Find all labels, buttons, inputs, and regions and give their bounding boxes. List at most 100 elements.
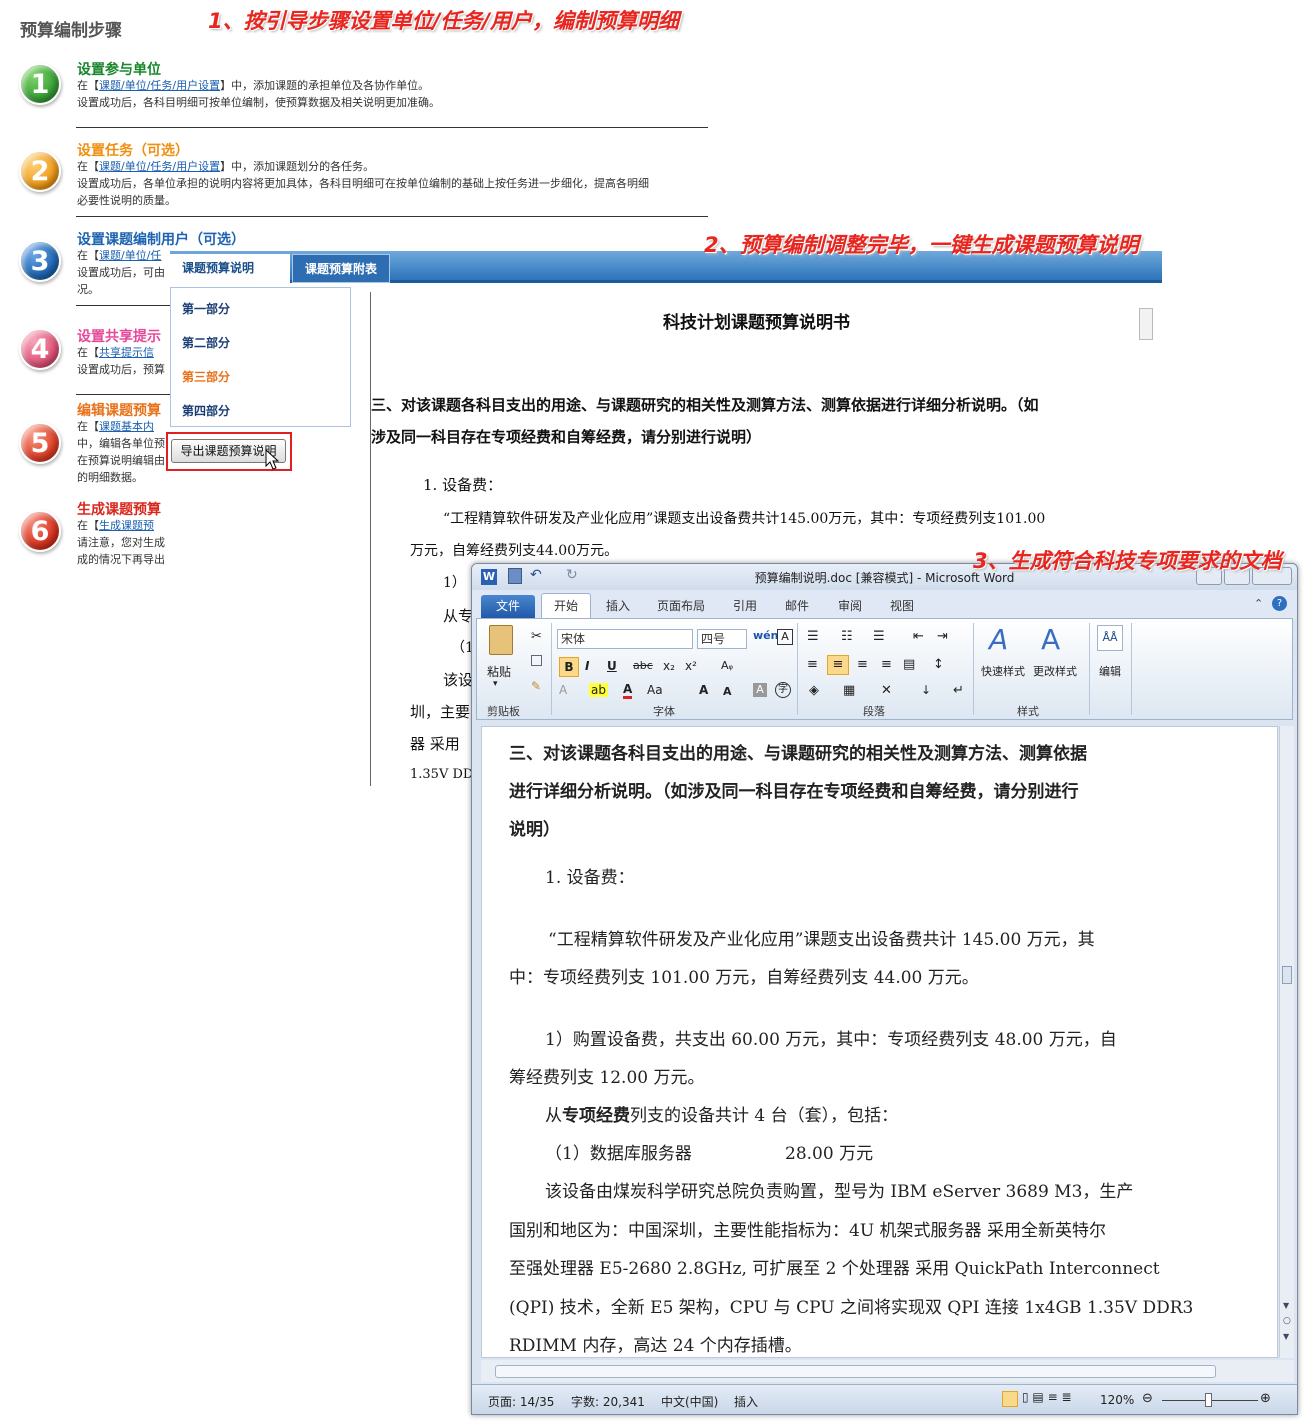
horizontal-scrollbar[interactable]: [481, 1360, 1294, 1382]
step-6-link[interactable]: 生成课题预: [99, 519, 154, 532]
superscript-button[interactable]: x²: [685, 659, 697, 673]
step-3-link[interactable]: 课题/单位/任: [99, 249, 161, 262]
collapse-ribbon-icon[interactable]: ⌃: [1254, 597, 1263, 610]
zoom-in-icon[interactable]: ⊕: [1260, 1391, 1271, 1406]
change-case-icon[interactable]: Aa: [647, 683, 663, 697]
step-5-link[interactable]: 课题基本内: [99, 420, 154, 433]
font-size-select[interactable]: 四号: [697, 629, 747, 649]
help-icon[interactable]: ?: [1272, 596, 1287, 611]
zoom-out-icon[interactable]: ⊖: [1142, 1391, 1153, 1406]
mouse-cursor-icon: [265, 449, 280, 470]
vertical-scrollbar[interactable]: ▼ ○ ▼: [1279, 726, 1294, 1358]
bold-button[interactable]: B: [559, 657, 579, 677]
zoom-level[interactable]: 120%: [1100, 1393, 1134, 1407]
text-effects-icon[interactable]: A: [559, 683, 567, 697]
chinese-layout-icon[interactable]: ✕: [881, 683, 892, 698]
paste-dropdown-icon[interactable]: ▾: [493, 679, 498, 689]
tab-review[interactable]: 审阅: [838, 597, 862, 614]
find-icon[interactable]: ÅÅ: [1097, 625, 1123, 651]
menu-item-part-4[interactable]: 第四部分: [182, 402, 230, 419]
tab-home[interactable]: 开始: [541, 593, 591, 619]
tab-references[interactable]: 引用: [733, 597, 757, 614]
step-4-link[interactable]: 共享提示信: [99, 346, 154, 359]
highlight-icon[interactable]: ab: [589, 683, 608, 697]
word-heading-line3: 说明）: [509, 820, 560, 840]
next-page-icon[interactable]: ▼: [1283, 1332, 1289, 1341]
subscript-button[interactable]: x₂: [663, 659, 675, 673]
hscroll-thumb[interactable]: [495, 1365, 1216, 1378]
status-insert-mode[interactable]: 插入: [734, 1393, 758, 1410]
doc-scrollbar-thumb[interactable]: [1139, 308, 1153, 340]
view-mode-icons[interactable]: ▯ ▤ ≡ ≣: [1022, 1390, 1072, 1404]
font-color-icon[interactable]: A: [623, 683, 633, 699]
grow-font-icon[interactable]: A: [699, 683, 708, 697]
shading-icon[interactable]: ◈: [809, 683, 819, 698]
paste-button[interactable]: 粘贴: [487, 663, 511, 680]
tab-mailings[interactable]: 邮件: [785, 597, 809, 614]
justify-icon[interactable]: ≡: [881, 657, 892, 672]
char-shading-icon[interactable]: A: [753, 683, 767, 697]
borders-icon[interactable]: ▦: [843, 683, 855, 698]
tab-budget-description[interactable]: 课题预算说明: [170, 254, 290, 283]
menu-item-part-2[interactable]: 第二部分: [182, 334, 230, 351]
zoom-slider-thumb[interactable]: [1205, 1393, 1212, 1407]
tab-budget-attachment[interactable]: 课题预算附表: [292, 254, 390, 283]
clear-format-icon[interactable]: Aᵩ: [721, 659, 733, 672]
cut-icon[interactable]: ✂: [531, 629, 542, 644]
quick-styles-icon[interactable]: A: [989, 623, 1008, 656]
step-6-badge-icon: 6: [19, 510, 61, 552]
step-3-description: 在【课题/单位/任 设置成功后，可由 况。: [77, 249, 165, 296]
status-language[interactable]: 中文(中国): [661, 1393, 718, 1410]
shrink-font-icon[interactable]: A: [723, 685, 732, 698]
align-right-icon[interactable]: ≡: [857, 657, 868, 672]
step-1-link[interactable]: 课题/单位/任务/用户设置: [99, 79, 220, 92]
change-styles-icon[interactable]: A: [1041, 623, 1060, 656]
word-document-page[interactable]: 三、对该课题各科目支出的用途、与课题研究的相关性及测算方法、测算依据 进行详细分…: [481, 726, 1278, 1358]
step-6-title: 生成课题预算: [77, 502, 161, 518]
status-word-count[interactable]: 字数: 20,341: [571, 1393, 645, 1410]
scroll-down-icon[interactable]: ▼: [1283, 1301, 1289, 1310]
increase-indent-icon[interactable]: ⇥: [937, 629, 948, 644]
paste-icon[interactable]: [489, 625, 513, 655]
word-para5-line3: 至强处理器 E5-2680 2.8GHz, 可扩展至 2 个处理器 采用 Qui…: [509, 1259, 1160, 1279]
decrease-indent-icon[interactable]: ⇤: [913, 629, 924, 644]
step-2-link[interactable]: 课题/单位/任务/用户设置: [99, 160, 220, 173]
align-left-icon[interactable]: ≡: [807, 657, 818, 672]
menu-item-part-3[interactable]: 第三部分: [182, 368, 230, 385]
numbering-icon[interactable]: ☷: [841, 629, 853, 644]
char-border-icon[interactable]: A: [777, 629, 793, 645]
browse-object-icon[interactable]: ○: [1283, 1316, 1291, 1326]
word-item-1: 1. 设备费：: [545, 868, 635, 888]
enclose-char-icon[interactable]: 字: [775, 682, 791, 698]
steps-panel-title: 预算编制步骤: [20, 21, 122, 41]
multilevel-list-icon[interactable]: ☰: [873, 629, 885, 644]
sort-icon[interactable]: ↓: [921, 683, 931, 697]
copy-icon[interactable]: [531, 655, 542, 666]
quick-styles-button[interactable]: 快速样式: [981, 663, 1025, 679]
tab-view[interactable]: 视图: [890, 597, 914, 614]
edit-button[interactable]: 编辑: [1099, 663, 1121, 679]
strikethrough-button[interactable]: abc: [633, 659, 653, 672]
format-painter-icon[interactable]: ✎: [531, 679, 541, 693]
align-center-icon[interactable]: ≡: [827, 655, 849, 675]
line-spacing-icon[interactable]: ↕: [933, 657, 944, 672]
tab-page-layout[interactable]: 页面布局: [657, 597, 705, 614]
italic-button[interactable]: I: [585, 659, 589, 673]
status-page[interactable]: 页面: 14/35: [488, 1393, 554, 1410]
group-separator: [551, 623, 552, 715]
menu-item-part-1[interactable]: 第一部分: [182, 300, 230, 317]
underline-button[interactable]: U: [607, 659, 617, 673]
change-styles-button[interactable]: 更改样式: [1033, 663, 1077, 679]
scroll-thumb[interactable]: [1282, 966, 1292, 984]
doc-para-line1: “工程精算软件研发及产业化应用”课题支出设备费共计145.00万元，其中：专项经…: [443, 511, 1046, 527]
ribbon-home: 粘贴 ▾ ✂ ✎ 剪贴板 宋体 四号 wén A B I U abc x₂ x²…: [476, 618, 1293, 720]
divider: [76, 394, 170, 395]
tab-file[interactable]: 文件: [481, 595, 535, 618]
font-name-select[interactable]: 宋体: [557, 629, 693, 649]
print-layout-icon[interactable]: [1002, 1391, 1018, 1407]
tab-insert[interactable]: 插入: [606, 597, 630, 614]
show-marks-icon[interactable]: ↵: [953, 683, 964, 698]
phonetic-guide-icon[interactable]: wén: [753, 629, 778, 642]
distribute-icon[interactable]: ▤: [903, 657, 915, 672]
bullets-icon[interactable]: ☰: [807, 629, 819, 644]
